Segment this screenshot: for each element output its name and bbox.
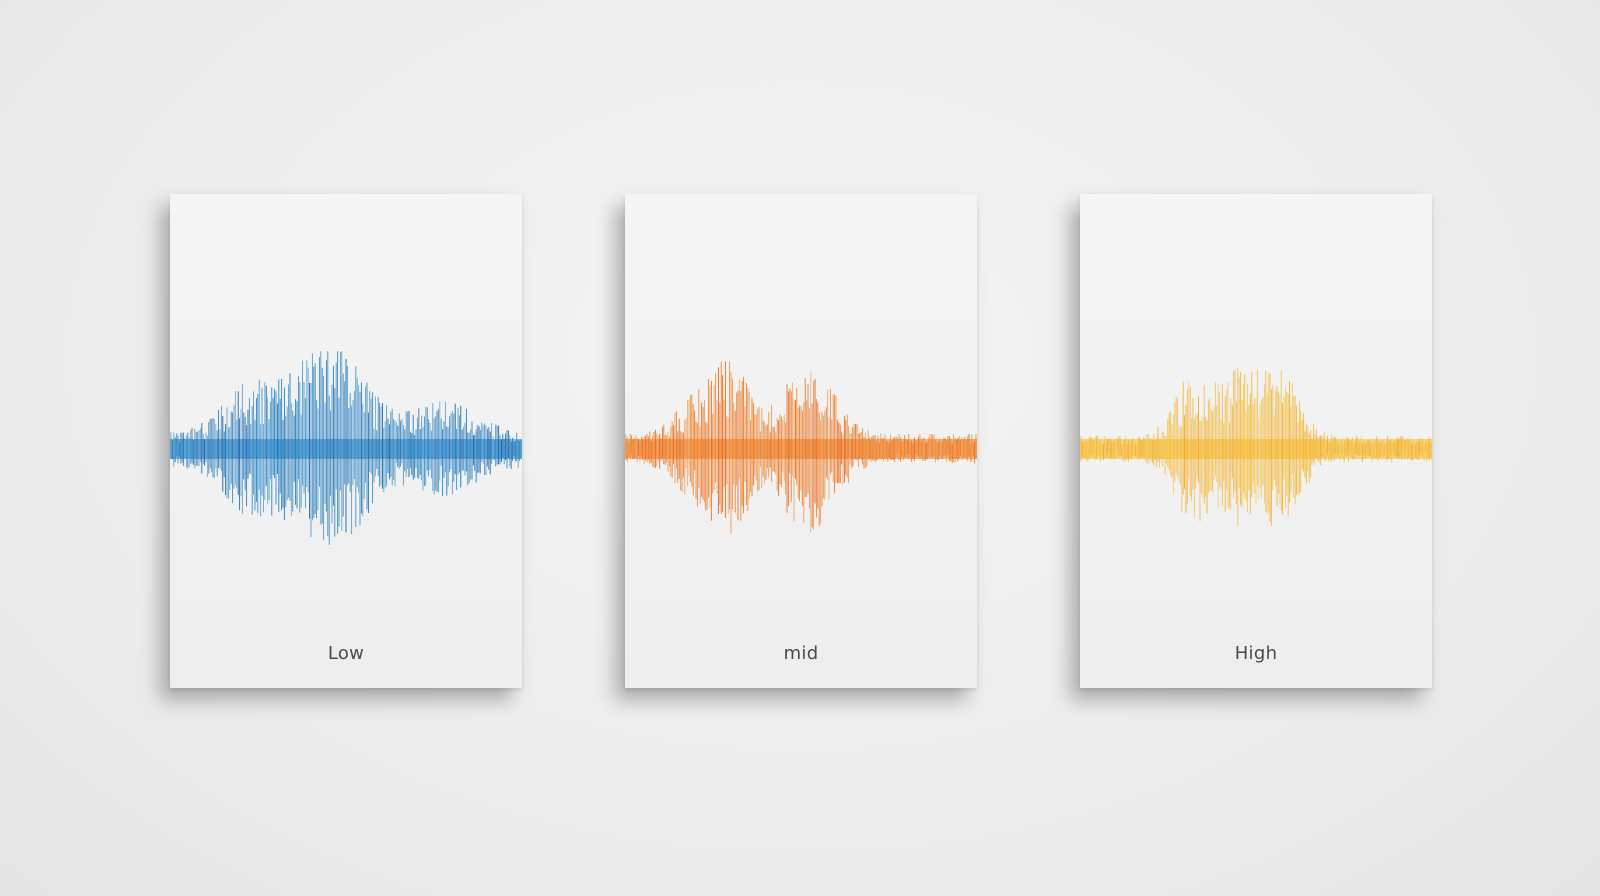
waveform-mid bbox=[625, 361, 977, 534]
poster-label-low: Low bbox=[327, 643, 365, 664]
poster-label-mid: mid bbox=[783, 643, 819, 664]
poster-mid: mid bbox=[625, 194, 977, 688]
poster-low: Low bbox=[170, 194, 522, 688]
waveform-low bbox=[170, 351, 522, 545]
poster-label-high: High bbox=[1234, 643, 1278, 664]
waveform-high bbox=[1080, 367, 1432, 526]
poster-high: High bbox=[1080, 194, 1432, 688]
